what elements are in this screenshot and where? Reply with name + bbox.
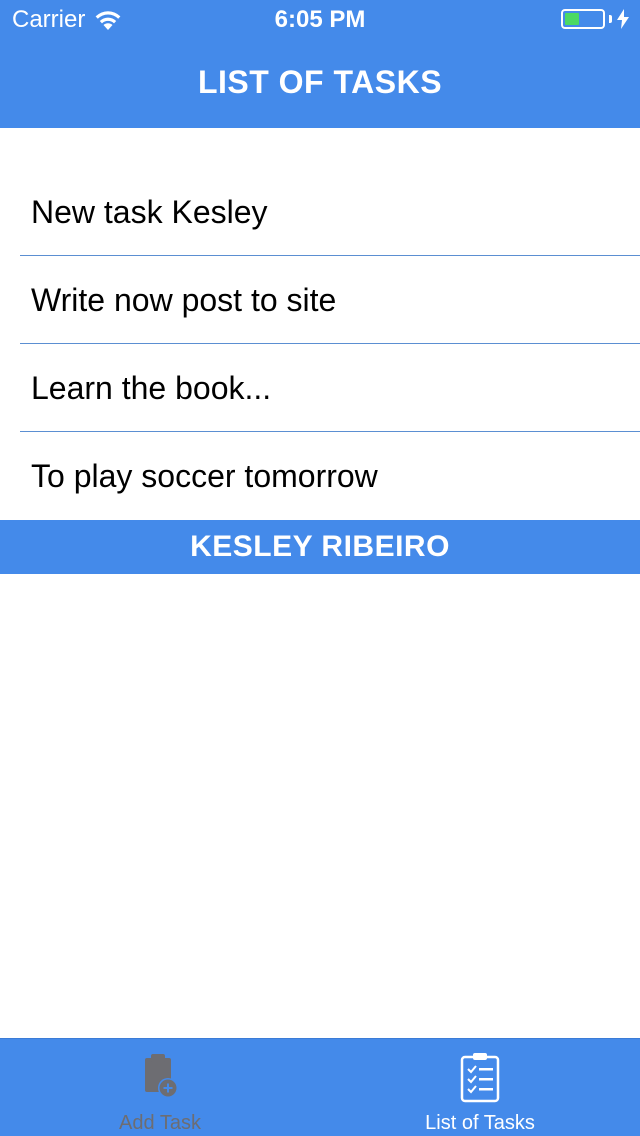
battery-indicator bbox=[561, 9, 630, 29]
clipboard-add-icon bbox=[145, 1054, 178, 1098]
page-title: LIST OF TASKS bbox=[197, 64, 443, 100]
task-list: New task Kesley Write now post to site L… bbox=[0, 168, 640, 520]
status-time: 6:05 PM bbox=[274, 6, 366, 33]
tab-label: List of Tasks bbox=[425, 1112, 535, 1134]
tab-list-of-tasks[interactable]: List of Tasks bbox=[320, 1039, 640, 1136]
navigation-bar: Carrier 6:05 PM LIST OF TASKS bbox=[0, 0, 640, 128]
tab-label: Add Task bbox=[119, 1112, 201, 1134]
charging-bolt-icon bbox=[617, 9, 629, 29]
task-row[interactable]: New task Kesley bbox=[0, 168, 640, 256]
battery-icon bbox=[561, 9, 605, 29]
task-title: New task Kesley bbox=[31, 193, 268, 230]
task-title: Learn the book... bbox=[31, 369, 272, 406]
task-row[interactable]: Learn the book... bbox=[0, 344, 640, 432]
task-title: To play soccer tomorrow bbox=[31, 457, 378, 494]
status-bar: Carrier 6:05 PM bbox=[0, 0, 640, 40]
task-title: Write now post to site bbox=[31, 281, 337, 318]
author-banner: KESLEY RIBEIRO bbox=[0, 520, 640, 574]
tab-bar: Add Task List of Tasks bbox=[0, 1038, 640, 1136]
checklist-icon bbox=[460, 1053, 500, 1103]
task-row[interactable]: To play soccer tomorrow bbox=[0, 432, 640, 520]
task-row[interactable]: Write now post to site bbox=[0, 256, 640, 344]
tab-add-task[interactable]: Add Task bbox=[0, 1039, 320, 1136]
